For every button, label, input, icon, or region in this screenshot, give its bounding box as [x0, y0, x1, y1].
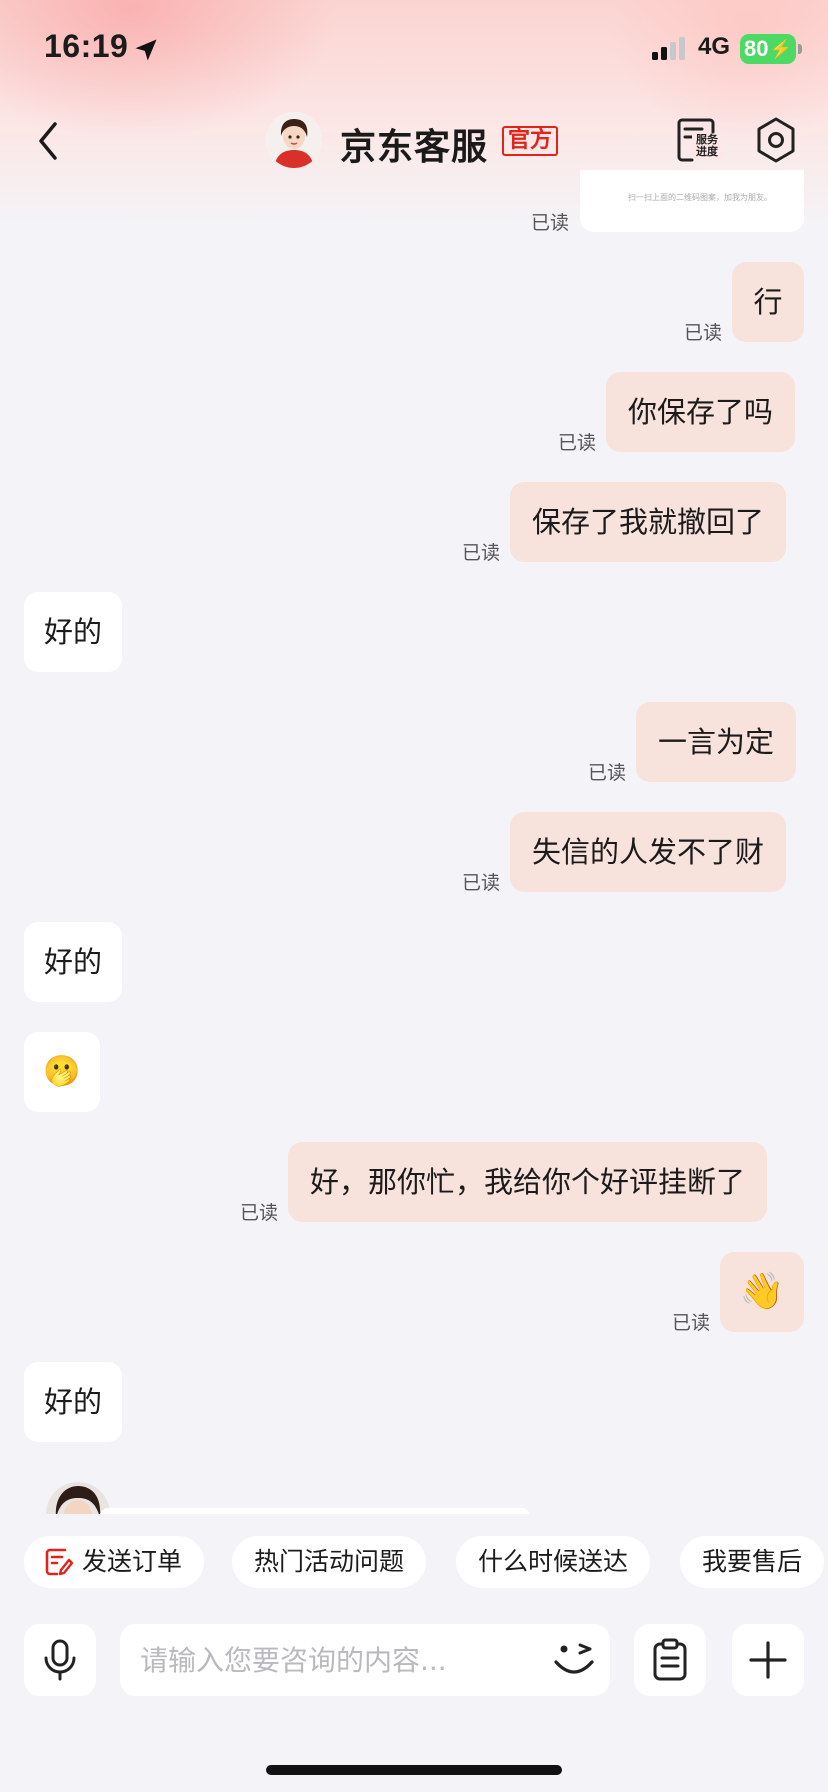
message-sent[interactable]: 一言为定 [636, 702, 797, 782]
message-text: 保存了我就撤回了 [532, 505, 765, 539]
quick-action-chip[interactable]: 我要售后 [680, 1536, 825, 1588]
chip-label: 热门活动问题 [254, 1547, 405, 1576]
avatar[interactable] [266, 112, 322, 168]
settings-icon [757, 117, 795, 163]
message-sent[interactable]: 失信的人发不了财 [510, 812, 787, 892]
bottom-panel: 发送订单 热门活动问题 什么时候送达 我要售后 [0, 1514, 828, 1792]
quick-action-chip[interactable]: 什么时候送达 [456, 1536, 651, 1588]
clipboard-button[interactable] [634, 1624, 706, 1696]
message-input-container [120, 1624, 610, 1696]
agent-avatar-partial [46, 1482, 110, 1514]
read-receipt: 已读 [462, 872, 501, 894]
service-progress-label: 服务进度 [692, 134, 722, 158]
agent-avatar-icon [46, 1482, 110, 1514]
emoji: 👋 [739, 1271, 785, 1312]
nav-bar: 京东客服 官方 服务进度 [0, 100, 828, 184]
back-arrow-icon [39, 122, 57, 160]
message-text: 好，那你忙，我给你个好评挂断了 [310, 1165, 746, 1199]
emoji-button[interactable] [550, 1638, 598, 1682]
read-receipt: 已读 [588, 762, 627, 784]
home-indicator [266, 1765, 562, 1775]
clipboard-icon [653, 1638, 687, 1681]
location-arrow-icon [135, 39, 157, 61]
message-sent[interactable]: 好，那你忙，我给你个好评挂断了 [288, 1142, 768, 1222]
message-text: 行 [753, 285, 783, 319]
battery-tip [798, 44, 802, 54]
message-text: 好的 [44, 615, 103, 649]
message-text: 失信的人发不了财 [532, 835, 765, 869]
message-sent[interactable]: 行 [732, 262, 804, 342]
read-receipt: 已读 [240, 1202, 279, 1224]
cellular-signal-icon [652, 37, 685, 60]
message-sent[interactable]: 你保存了吗 [606, 372, 796, 452]
wink-emoji-icon [554, 1643, 594, 1674]
plus-icon [749, 1641, 787, 1679]
message-text: 一言为定 [658, 725, 775, 759]
chip-label: 我要售后 [702, 1547, 803, 1576]
message-received[interactable]: 好的 [24, 592, 123, 672]
message-sent[interactable]: 保存了我就撤回了 [510, 482, 787, 562]
voice-button[interactable] [24, 1624, 96, 1696]
microphone-icon [44, 1639, 76, 1681]
agent-avatar-icon [266, 112, 322, 168]
read-receipt: 已读 [558, 432, 597, 454]
status-time: 16:19 [44, 28, 129, 64]
message-text: 你保存了吗 [628, 395, 774, 429]
read-receipt: 已读 [531, 212, 570, 234]
network-type: 4G [698, 33, 731, 60]
back-button[interactable] [28, 116, 68, 166]
battery-level: 80 [744, 36, 769, 61]
message-received[interactable]: 好的 [24, 922, 123, 1002]
battery-indicator: 80 ⚡ [740, 34, 796, 64]
message-received-emoji[interactable]: 🫢 [24, 1032, 100, 1112]
message-text: 好的 [44, 1385, 103, 1419]
message-text: 好的 [44, 945, 103, 979]
official-badge: 官方 [502, 126, 559, 156]
card-caption: 扫一扫上面的二维码图案，加我为朋友。 [628, 193, 772, 202]
quick-action-chip[interactable]: 热门活动问题 [232, 1536, 427, 1588]
emoji: 🫢 [43, 1054, 81, 1089]
message-input[interactable] [140, 1624, 540, 1696]
input-row [0, 1624, 828, 1696]
order-icon [45, 1548, 74, 1576]
chip-label: 什么时候送达 [478, 1547, 629, 1576]
read-receipt: 已读 [672, 1312, 711, 1334]
more-button[interactable] [732, 1624, 804, 1696]
read-receipt: 已读 [462, 542, 501, 564]
message-received[interactable]: 好的 [24, 1362, 123, 1442]
send-order-chip[interactable]: 发送订单 [24, 1536, 205, 1588]
status-bar: 16:19 4G 80 ⚡ [0, 0, 828, 100]
page-title: 京东客服 [340, 127, 489, 168]
read-receipt: 已读 [684, 322, 723, 344]
quick-action-bar: 发送订单 热门活动问题 什么时候送达 我要售后 [0, 1536, 828, 1588]
message-sent-emoji[interactable]: 👋 [720, 1252, 804, 1332]
charging-bolt-icon: ⚡ [769, 38, 792, 59]
chip-label: 发送订单 [82, 1547, 183, 1576]
service-progress-button[interactable]: 服务进度 [674, 116, 722, 164]
settings-button[interactable] [754, 116, 798, 164]
